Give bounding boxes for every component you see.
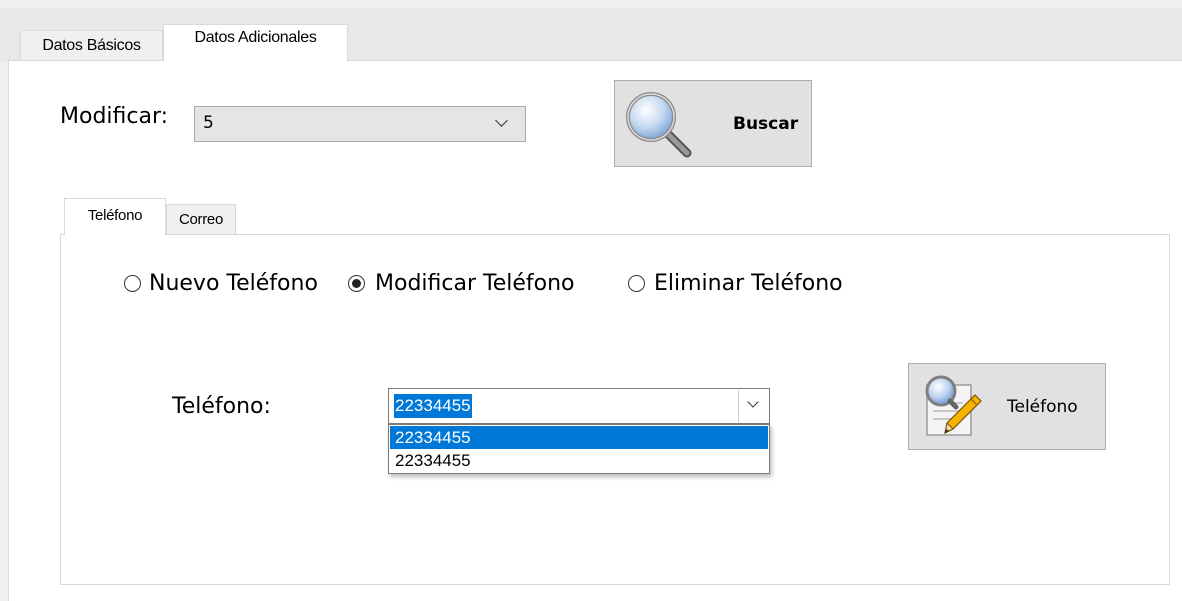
magnifier-icon — [626, 92, 692, 158]
radio-modificar-telefono-label[interactable]: Modificar Teléfono — [375, 271, 574, 296]
edit-document-icon — [925, 375, 982, 436]
tab-telefono[interactable]: Teléfono — [64, 198, 166, 235]
chevron-down-icon — [495, 114, 508, 127]
tab-telefono-label: Teléfono — [87, 207, 143, 224]
radio-dot — [351, 278, 361, 288]
telefono-dropdown-button[interactable] — [738, 390, 768, 422]
modificar-label: Modificar: — [60, 104, 169, 129]
tab-datos-basicos[interactable]: Datos Básicos — [20, 30, 163, 60]
tab-correo-label: Correo — [178, 211, 224, 228]
tab-datos-basicos-label: Datos Básicos — [42, 36, 141, 54]
chevron-down-icon — [747, 396, 759, 408]
radio-eliminar-telefono[interactable] — [628, 275, 645, 292]
modificar-combobox[interactable]: 5 — [194, 106, 526, 142]
radio-nuevo-telefono-label[interactable]: Nuevo Teléfono — [149, 271, 318, 296]
telefono-selected-value[interactable]: 22334455 — [394, 394, 472, 418]
tab-correo[interactable]: Correo — [166, 204, 236, 234]
list-item[interactable]: 22334455 — [390, 426, 768, 449]
modificar-selected-value: 5 — [203, 113, 214, 133]
telefono-combobox[interactable]: 22334455 — [388, 388, 770, 424]
buscar-button[interactable]: Buscar — [614, 80, 812, 167]
telefono-label: Teléfono: — [172, 394, 271, 419]
telefono-dropdown-list: 22334455 22334455 — [388, 424, 770, 474]
telefono-edit-button[interactable]: Teléfono — [908, 363, 1106, 450]
telefono-edit-button-label: Teléfono — [1007, 397, 1078, 417]
list-item[interactable]: 22334455 — [390, 449, 768, 472]
phone-action-radio-group: Nuevo Teléfono Modificar Teléfono Elimin… — [124, 271, 884, 301]
radio-eliminar-telefono-label[interactable]: Eliminar Teléfono — [654, 271, 843, 296]
buscar-button-label: Buscar — [733, 114, 799, 134]
tab-datos-adicionales[interactable]: Datos Adicionales — [163, 24, 348, 62]
radio-nuevo-telefono[interactable] — [124, 275, 141, 292]
radio-modificar-telefono[interactable] — [348, 275, 365, 292]
tab-datos-adicionales-label: Datos Adicionales — [194, 29, 317, 46]
